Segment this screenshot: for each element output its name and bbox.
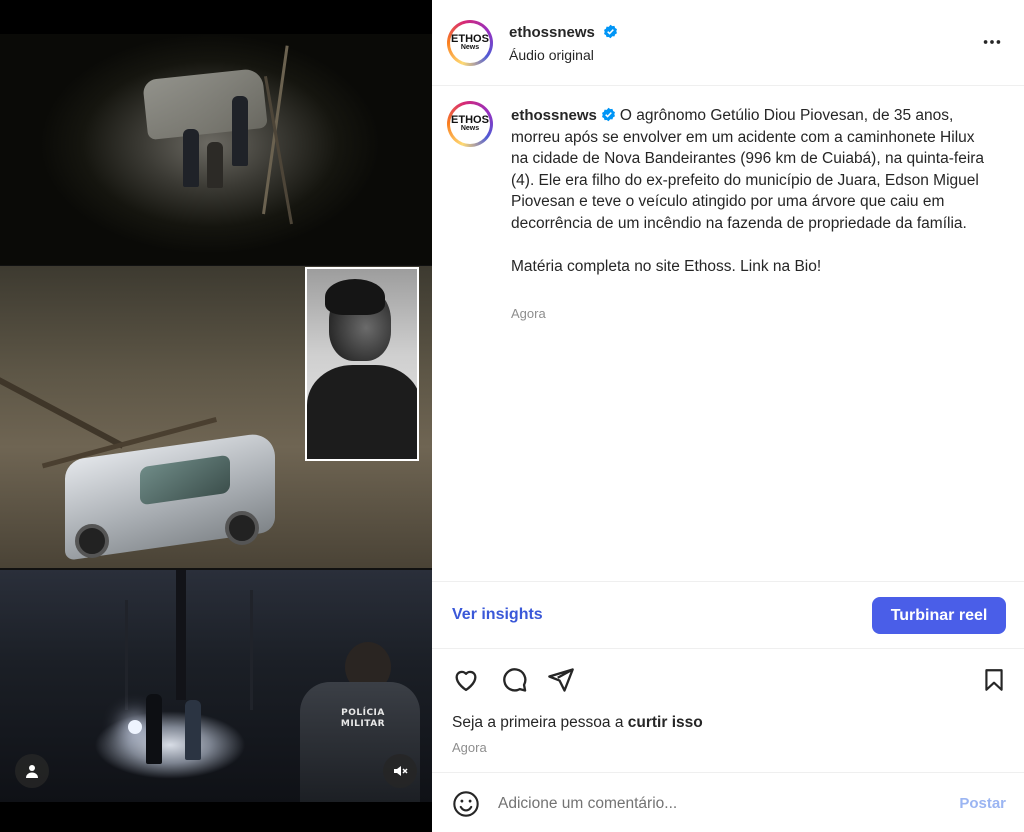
comment-input[interactable] — [498, 791, 938, 817]
heart-icon[interactable] — [450, 664, 482, 696]
person-figure — [183, 129, 199, 187]
bookmark-icon[interactable] — [978, 664, 1010, 696]
comment-icon[interactable] — [498, 664, 530, 696]
comment-bar: Postar — [432, 772, 1024, 832]
logo-main-text: ETHOS — [451, 32, 489, 45]
verified-badge-icon — [604, 24, 618, 39]
mute-icon[interactable] — [383, 754, 417, 788]
insights-row: Ver insights Turbinar reel — [432, 582, 1024, 649]
action-bar — [432, 650, 1024, 710]
person-figure — [185, 700, 201, 760]
audio-label[interactable]: Áudio original — [509, 47, 594, 63]
caption-body: O agrônomo Getúlio Diou Piovesan, de 35 … — [511, 107, 985, 275]
post-comment-button[interactable]: Postar — [959, 795, 1006, 812]
likes-summary: Seja a primeira pessoa a curtir isso — [452, 714, 703, 732]
more-options-icon[interactable] — [980, 30, 1004, 54]
person-figure — [146, 694, 162, 764]
logo-sub-text: News — [460, 43, 480, 51]
victim-portrait — [305, 267, 419, 461]
post-timestamp: Agora — [452, 740, 487, 755]
share-icon[interactable] — [545, 664, 577, 696]
avatar[interactable]: ETHOS News — [447, 101, 493, 147]
person-figure — [207, 142, 223, 188]
tree-trunk — [250, 590, 253, 710]
avatar-logo: ETHOS News — [451, 113, 489, 133]
vest-label: POLÍCIA MILITAR — [340, 708, 386, 729]
media-panel-night-scene — [0, 34, 432, 265]
crashed-truck — [65, 416, 275, 561]
post-header: ETHOS News ethossnews Áudio original — [432, 0, 1024, 86]
overturned-truck — [142, 67, 268, 141]
header-user: ethossnews — [509, 24, 618, 42]
caption-username[interactable]: ethossnews — [511, 107, 597, 124]
user-tag-icon[interactable] — [15, 754, 49, 788]
emoji-icon[interactable] — [452, 790, 480, 818]
caption-timestamp: Agora — [511, 306, 546, 321]
avatar[interactable]: ETHOS News — [447, 20, 493, 66]
media-panel-police-night: POLÍCIA MILITAR — [0, 570, 432, 802]
boost-reel-button[interactable]: Turbinar reel — [872, 597, 1006, 634]
avatar-logo: ETHOS News — [451, 32, 489, 52]
caption-text: ethossnews O agrônomo Getúlio Diou Pioves… — [511, 105, 991, 277]
username-link[interactable]: ethossnews — [509, 24, 595, 41]
logo-sub-text: News — [460, 124, 480, 132]
logo-main-text: ETHOS — [451, 113, 489, 126]
caption-section: ETHOS News ethossnews O agrônomo Getúlio … — [432, 87, 1024, 582]
view-insights-link[interactable]: Ver insights — [452, 606, 543, 624]
likes-prefix: Seja a primeira pessoa a — [452, 714, 628, 731]
verified-badge-icon — [601, 107, 615, 122]
like-cta-link[interactable]: curtir isso — [628, 714, 703, 731]
tree-trunk — [176, 570, 186, 700]
media-panel-crashed-truck — [0, 266, 432, 568]
post-sidebar: ETHOS News ethossnews Áudio original ETH… — [432, 0, 1024, 832]
reel-media[interactable]: POLÍCIA MILITAR — [0, 0, 432, 832]
person-figure — [232, 96, 248, 166]
flashlight-glow — [128, 720, 142, 734]
tree-trunk — [125, 600, 128, 710]
